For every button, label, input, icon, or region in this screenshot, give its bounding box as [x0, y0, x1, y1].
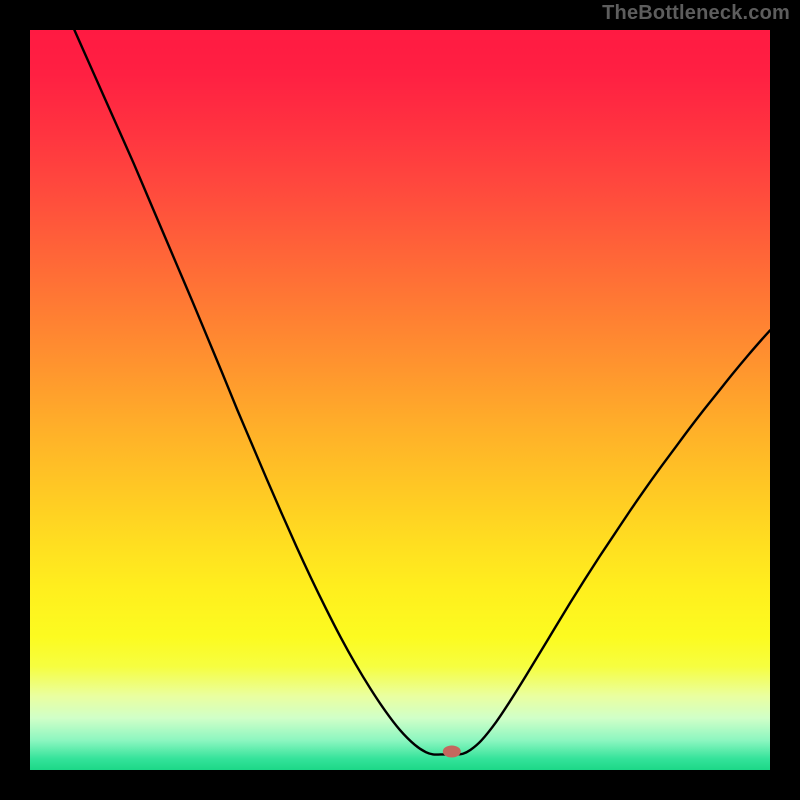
bottleneck-chart [0, 0, 800, 800]
watermark-label: TheBottleneck.com [602, 2, 790, 25]
optimal-marker [443, 746, 461, 758]
chart-frame: TheBottleneck.com [0, 0, 800, 800]
plot-background [30, 30, 770, 770]
